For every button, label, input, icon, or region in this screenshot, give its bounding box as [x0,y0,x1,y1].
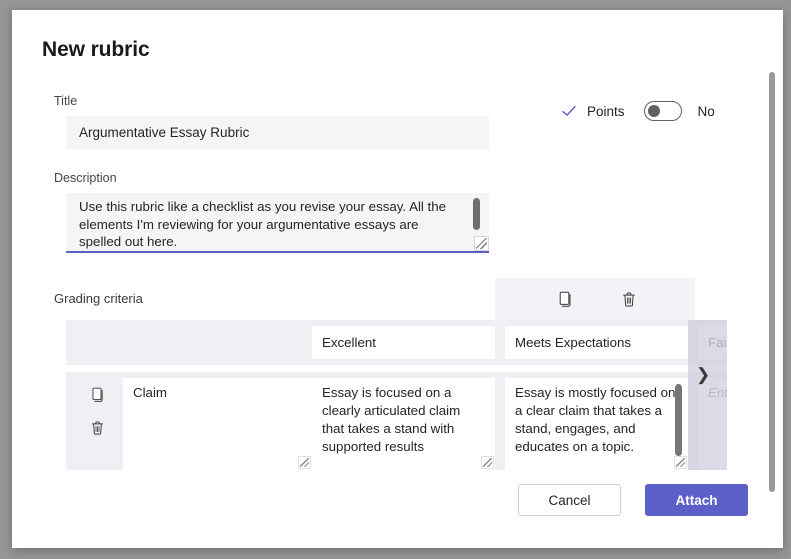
criterion-description-input-1[interactable]: Essay is focused on a clearly articulate… [312,378,495,470]
cell-scrollbar-thumb[interactable] [675,384,682,456]
cell-resize-handle[interactable] [298,456,311,469]
cell-resize-handle[interactable] [674,456,687,469]
criterion-name-text: Claim [133,385,167,400]
trash-icon[interactable] [82,413,112,443]
chevron-right-icon[interactable]: ❯ [696,365,710,385]
scroll-right-overlay[interactable]: ❯ [688,320,727,470]
copy-icon[interactable] [82,380,112,410]
copy-icon[interactable] [548,285,580,313]
attach-button[interactable]: Attach [645,484,748,516]
dialog-scrollbar-thumb[interactable] [769,72,775,492]
checkmark-icon [558,100,580,122]
column-header-input-1[interactable]: Excellent [312,326,495,359]
row-toolbar [74,378,120,464]
table-row: Claim Essay is focused on a clearly arti… [66,372,727,470]
points-toggle-state-label: No [698,104,715,119]
column-header-input-2[interactable]: Meets Expectations [505,326,688,359]
column-toolbar [495,278,695,320]
new-rubric-dialog: New rubric Points No Title Description U… [12,10,783,548]
rubric-title-input[interactable] [66,116,489,149]
dialog-scrollbar[interactable] [769,72,775,492]
dialog-content: New rubric Points No Title Description U… [12,10,783,548]
description-field-label: Description [54,171,117,185]
cancel-button[interactable]: Cancel [518,484,621,516]
description-resize-handle[interactable] [474,236,489,251]
description-text: Use this rubric like a checklist as you … [79,198,457,251]
table-header-row: Excellent Meets Expectations Fair [66,320,727,365]
criterion-description-input-2[interactable]: Essay is mostly focused on a clear claim… [505,378,688,470]
criterion-description-text-1: Essay is focused on a clearly articulate… [322,385,460,454]
description-textarea[interactable]: Use this rubric like a checklist as you … [66,193,489,251]
criterion-description-text-2: Essay is mostly focused on a clear claim… [515,385,675,454]
grading-criteria-table: Excellent Meets Expectations Fair [66,278,727,470]
description-focus-underline [66,251,489,253]
trash-icon[interactable] [613,285,645,313]
points-label: Points [587,104,625,119]
title-field-label: Title [54,94,77,108]
points-toggle-group: Points No [558,98,715,124]
points-toggle-switch[interactable] [644,101,682,121]
description-scrollbar-thumb[interactable] [473,198,480,230]
cell-resize-handle[interactable] [481,456,494,469]
criterion-name-input[interactable]: Claim [123,378,312,470]
rubric-description-field[interactable]: Use this rubric like a checklist as you … [66,193,489,251]
dialog-title: New rubric [42,38,150,62]
toggle-knob [648,105,660,117]
